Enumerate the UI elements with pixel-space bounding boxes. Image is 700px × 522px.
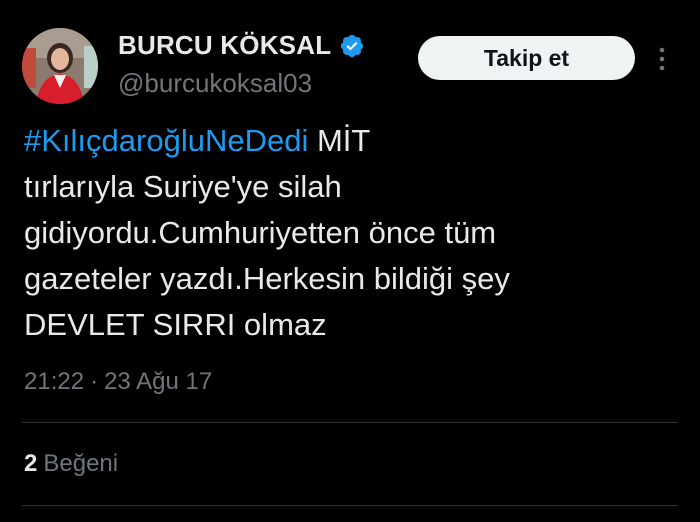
verified-badge-icon	[339, 33, 365, 59]
profile-photo-icon	[22, 28, 98, 104]
tweet-line-5: DEVLET SIRRI olmaz	[24, 307, 327, 342]
tweet-date: 23 Ağu 17	[104, 368, 213, 395]
divider	[22, 505, 678, 506]
author-name-row: BURCU KÖKSAL	[118, 30, 365, 61]
divider	[22, 422, 678, 423]
tweet-timestamp[interactable]: 21:22 · 23 Ağu 17	[24, 368, 212, 396]
tweet-text-segment: MİT	[308, 123, 371, 158]
likes-stat[interactable]: 2 Beğeni	[24, 450, 118, 478]
display-name[interactable]: BURCU KÖKSAL	[118, 30, 331, 61]
avatar[interactable]	[22, 28, 98, 104]
follow-button[interactable]: Takip et	[418, 36, 635, 80]
tweet-line-3: gidiyordu.Cumhuriyetten önce tüm	[24, 215, 497, 250]
tweet-line-4: gazeteler yazdı.Herkesin bildiği şey	[24, 261, 510, 296]
likes-label: Beğeni	[43, 450, 119, 477]
hashtag-link[interactable]: #KılıçdaroğluNeDedi	[24, 123, 308, 158]
tweet-text: #KılıçdaroğluNeDedi MİT tırlarıyla Suriy…	[24, 118, 664, 348]
more-vertical-icon[interactable]	[650, 44, 674, 74]
tweet-card: BURCU KÖKSAL @burcukoksal03 Takip et #Kı…	[0, 0, 700, 522]
timestamp-separator: ·	[90, 368, 99, 395]
tweet-line-2: tırlarıyla Suriye'ye silah	[24, 169, 342, 204]
tweet-time: 21:22	[24, 368, 85, 395]
likes-count: 2	[24, 450, 38, 477]
tweet-line-1: #KılıçdaroğluNeDedi MİT	[24, 118, 664, 164]
author-handle[interactable]: @burcukoksal03	[118, 68, 312, 99]
